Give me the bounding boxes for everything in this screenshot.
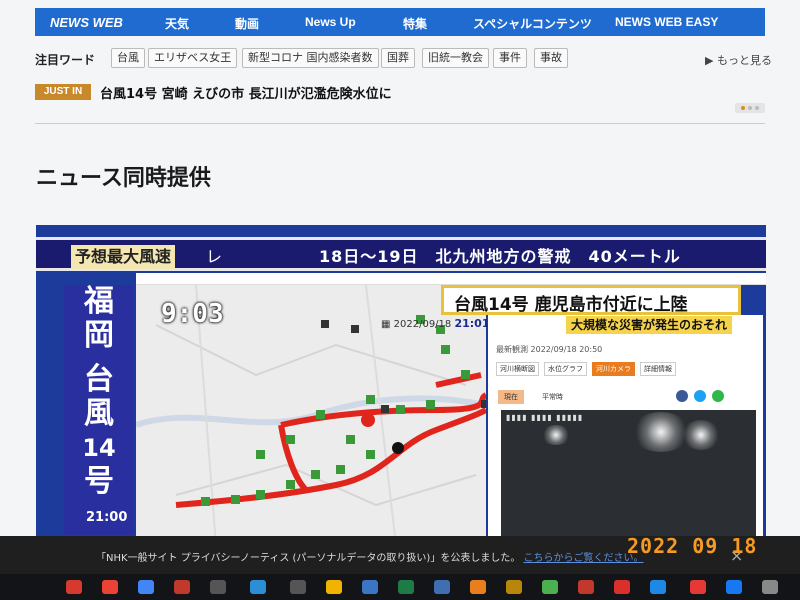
keyword-chip[interactable]: 新型コロナ 国内感染者数 <box>242 48 379 68</box>
nav-news-web-easy[interactable]: NEWS WEB EASY <box>615 15 718 29</box>
folder-icon[interactable] <box>506 580 522 594</box>
river-camera-feed <box>501 410 756 545</box>
segment-current[interactable]: 現在 <box>498 390 524 404</box>
keywords-label: 注目ワード <box>35 53 96 67</box>
nav-weather[interactable]: 天気 <box>165 15 189 32</box>
app-icon[interactable] <box>690 580 706 594</box>
screen: NEWS WEB 天気 動画 News Up 特集 スペシャルコンテンツ NEW… <box>0 0 800 600</box>
wind-warning-text: 18日～19日 北九州地方の警戒 40メートル <box>319 247 681 266</box>
app-icon[interactable] <box>174 580 190 594</box>
facebook-icon[interactable] <box>676 390 688 402</box>
tab-water-level-graph[interactable]: 水位グラフ <box>544 362 587 376</box>
forecast-label: 予想最大風速 <box>71 245 176 269</box>
forecast-tail: レ <box>206 247 223 266</box>
excel-icon[interactable] <box>398 580 414 594</box>
carousel-dot[interactable] <box>755 106 759 110</box>
calendar-icon[interactable] <box>138 580 154 594</box>
region-caption-text: 福 岡 台 風 14 号 <box>82 284 116 499</box>
more-link[interactable]: ▶ もっと見る <box>705 52 772 68</box>
nav-special-contents[interactable]: スペシャルコンテンツ <box>473 15 592 32</box>
app-icon[interactable] <box>762 580 778 594</box>
nav-news-web-logo[interactable]: NEWS WEB <box>50 15 123 30</box>
breaking-headline: 台風14号 鹿児島市付近に上陸 <box>454 295 688 315</box>
segment-normal[interactable]: 平常時 <box>536 390 569 404</box>
observation-meta: 最新観測 2022/09/18 20:50 <box>496 345 603 354</box>
app-icon[interactable] <box>578 580 594 594</box>
chrome-icon[interactable] <box>326 580 342 594</box>
disaster-warning-banner: 大規模な災害が発生のおそれ <box>566 316 733 334</box>
gmail-icon[interactable] <box>102 580 118 594</box>
app-icon[interactable] <box>434 580 450 594</box>
keyword-chip[interactable]: 事件 <box>493 48 527 68</box>
carousel-dot[interactable] <box>748 106 752 110</box>
app-icon[interactable] <box>614 580 630 594</box>
calendar-icon: ▦ <box>381 319 394 330</box>
keyword-chip[interactable]: 国葬 <box>381 48 415 68</box>
breaking-headline-box: 台風14号 鹿児島市付近に上陸 <box>441 285 741 315</box>
browser-icon[interactable] <box>250 580 266 594</box>
keyword-chip[interactable]: 台風 <box>111 48 145 68</box>
embedded-browser-bar <box>136 273 766 285</box>
broadcast-small-time: 21:00 <box>86 510 128 525</box>
region-caption: 福 岡 台 風 14 号 <box>64 285 134 535</box>
just-in-badge: JUST IN <box>35 84 91 100</box>
camera-overlay-text: ▮▮▮▮ ▮▮▮▮ ▮▮▮▮▮ <box>506 413 584 422</box>
divider <box>35 123 765 124</box>
photo-date-stamp: 2022 09 18 <box>627 534 758 558</box>
global-nav: NEWS WEB 天気 動画 News Up 特集 スペシャルコンテンツ NEW… <box>35 8 765 36</box>
forecast-ticker: 予想最大風速 レ 18日～19日 北九州地方の警戒 40メートル <box>36 237 766 271</box>
app-icon[interactable] <box>362 580 378 594</box>
carousel-dots[interactable] <box>735 103 765 113</box>
tab-river-camera[interactable]: 河川カメラ <box>592 362 635 376</box>
light-glare <box>541 425 571 445</box>
nav-video[interactable]: 動画 <box>235 15 259 32</box>
edge-icon[interactable] <box>650 580 666 594</box>
play-right-icon: ▶ <box>705 54 717 67</box>
line-icon[interactable] <box>712 390 724 402</box>
app-icon[interactable] <box>210 580 226 594</box>
nav-features[interactable]: 特集 <box>403 15 427 32</box>
map-timestamp: ▦ 2022/09/18 21:01 <box>381 317 490 330</box>
app-icon[interactable] <box>290 580 306 594</box>
keyword-chip[interactable]: エリザベス女王 <box>148 48 238 68</box>
privacy-notice: 「NHK一般サイト プライバシーノーティス (パーソナルデータの取り扱い)」を公… <box>96 553 644 564</box>
broadcast-clock: 9:03 <box>161 299 224 329</box>
light-glare <box>681 420 721 450</box>
nav-news-up[interactable]: News Up <box>305 15 356 29</box>
app-icon[interactable] <box>542 580 558 594</box>
app-icon[interactable] <box>470 580 486 594</box>
just-in-headline[interactable]: 台風14号 宮崎 えびの市 長江川が氾濫危険水位に <box>100 83 392 102</box>
section-title: ニュース同時提供 <box>36 166 211 191</box>
facebook-icon[interactable] <box>726 580 742 594</box>
carousel-dot-active[interactable] <box>741 106 745 110</box>
tab-details[interactable]: 詳細情報 <box>640 362 676 376</box>
tab-river-cross-section[interactable]: 河川横断図 <box>496 362 539 376</box>
twitter-icon[interactable] <box>694 390 706 402</box>
privacy-link[interactable]: こちらからご覧ください。 <box>524 553 644 564</box>
live-broadcast-frame[interactable]: 予想最大風速 レ 18日～19日 北九州地方の警戒 40メートル 9:03 ▦ … <box>36 225 766 545</box>
app-icon[interactable] <box>66 580 82 594</box>
keyword-chip[interactable]: 旧統一教会 <box>422 48 489 68</box>
keyword-chip[interactable]: 事故 <box>534 48 568 68</box>
